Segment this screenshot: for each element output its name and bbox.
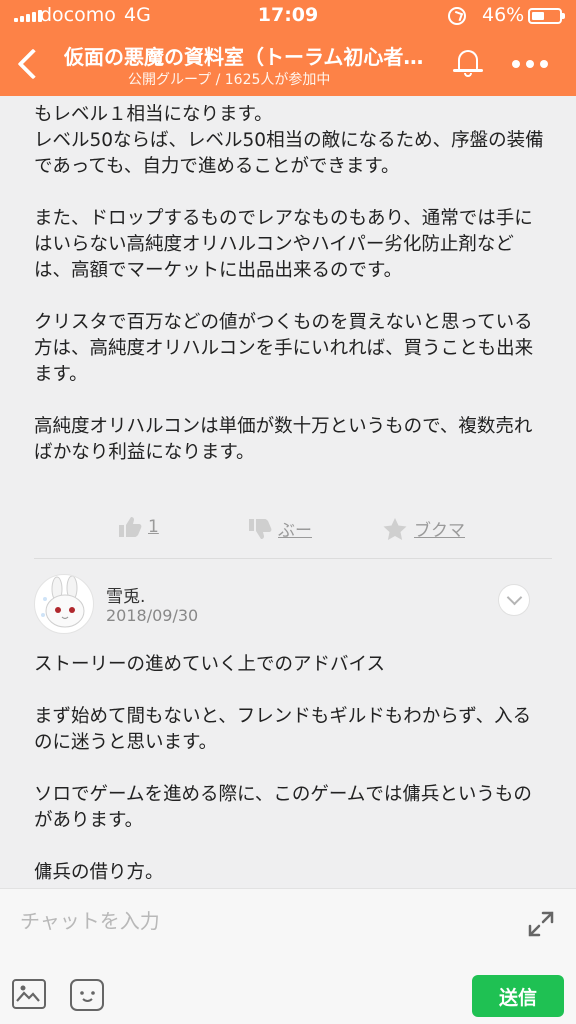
thumbs-down-icon bbox=[249, 518, 272, 539]
chat-input[interactable] bbox=[20, 903, 500, 939]
battery-icon bbox=[528, 8, 565, 24]
expand-icon[interactable] bbox=[526, 909, 556, 939]
star-icon bbox=[383, 517, 407, 540]
dislike-button[interactable]: ぶー bbox=[248, 516, 312, 541]
post-paragraph: クリスタで百万などの値がつくものを買えないと思っている方は、高純度オリハルコンを… bbox=[34, 312, 534, 385]
chevron-down-icon[interactable] bbox=[498, 584, 530, 616]
comment-username[interactable]: 雪兎. bbox=[106, 582, 145, 607]
more-icon[interactable] bbox=[512, 60, 558, 70]
divider bbox=[34, 558, 552, 559]
comment-body: ストーリーの進めていく上でのアドバイスまず始めて間もないと、フレンドもギルドもわ… bbox=[34, 652, 544, 888]
comment-paragraph: 傭兵の借り方。 ①傭兵はパーティーから有料で借りる bbox=[34, 862, 164, 883]
bookmark-label: ブクマ bbox=[414, 521, 465, 541]
comment-paragraph: ストーリーの進めていく上でのアドバイス bbox=[34, 654, 385, 675]
bookmark-button[interactable]: ブクマ bbox=[382, 516, 465, 541]
group-subtitle: 公開グループ / 1625人が参加中 bbox=[128, 72, 331, 88]
group-header: 仮面の悪魔の資料室（トーラム初心者… 公開グループ / 1625人が参加中 bbox=[0, 32, 576, 96]
post-paragraph: また、ドロップするものでレアなものもあり、通常では手にはいらない高純度オリハルコ… bbox=[34, 208, 533, 281]
chat-content[interactable]: もレベル１相当になります。 レベル50ならば、レベル50相当の敵になるため、序盤… bbox=[0, 96, 576, 888]
like-button[interactable]: 1 bbox=[118, 516, 159, 538]
orientation-lock-icon bbox=[448, 7, 466, 25]
image-icon[interactable] bbox=[12, 979, 46, 1009]
post-actions: 1 ぶー ブクマ bbox=[0, 514, 576, 544]
battery-percent: 46% bbox=[482, 4, 525, 26]
chat-input-bar: 送信 bbox=[0, 888, 576, 1024]
status-bar: docomo 4G 17:09 46% bbox=[0, 0, 576, 32]
post-paragraph: 高純度オリハルコンは単価が数十万というもので、複数売ればかなり利益になります。 bbox=[34, 416, 533, 463]
thumbs-up-icon bbox=[119, 517, 142, 537]
back-arrow-icon[interactable] bbox=[10, 44, 46, 84]
avatar[interactable] bbox=[34, 574, 94, 634]
like-count: 1 bbox=[148, 517, 159, 537]
stamp-icon[interactable] bbox=[70, 979, 104, 1011]
post-body: もレベル１相当になります。 レベル50ならば、レベル50相当の敵になるため、序盤… bbox=[34, 102, 544, 492]
post-paragraph: もレベル１相当になります。 レベル50ならば、レベル50相当の敵になるため、序盤… bbox=[34, 104, 544, 177]
bell-icon[interactable] bbox=[448, 46, 488, 82]
send-button[interactable]: 送信 bbox=[472, 975, 564, 1017]
comment-paragraph: まず始めて間もないと、フレンドもギルドもわからず、入るのに迷うと思います。 bbox=[34, 706, 532, 753]
dislike-label: ぶー bbox=[278, 521, 312, 541]
group-title[interactable]: 仮面の悪魔の資料室（トーラム初心者… bbox=[64, 41, 434, 70]
comment-date: 2018/09/30 bbox=[106, 606, 199, 625]
comment-paragraph: ソロでゲームを進める際に、このゲームでは傭兵というものがあります。 bbox=[34, 784, 532, 831]
